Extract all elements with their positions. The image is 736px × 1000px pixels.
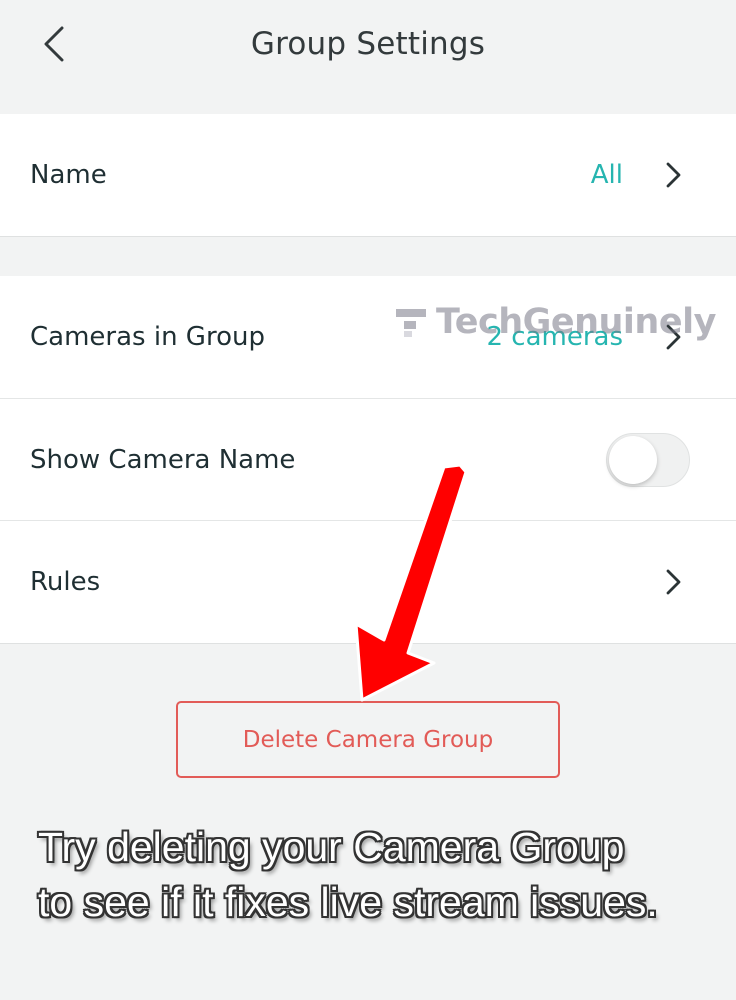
toggle-knob [609,435,657,484]
name-value: All [590,160,623,190]
cameras-in-group-label: Cameras in Group [30,322,265,352]
watermark: TechGenuinely [396,302,716,342]
show-camera-name-label: Show Camera Name [30,444,296,475]
instruction-caption: Try deleting your Camera Group to see if… [38,820,728,930]
caption-line-2: to see if it fixes live stream issues. [38,879,658,925]
watermark-text: TechGenuinely [436,302,716,342]
page-title: Group Settings [250,26,486,62]
header-bar: Group Settings [0,0,736,114]
show-camera-name-toggle[interactable] [606,432,690,487]
techgenuinely-logo-icon [396,309,426,337]
rules-label: Rules [30,567,101,597]
chevron-right-icon [666,569,681,595]
name-label: Name [30,160,107,190]
name-section: Name All [0,114,736,237]
delete-camera-group-button[interactable]: Delete Camera Group [176,701,560,778]
name-row[interactable]: Name All [0,114,736,237]
chevron-right-icon [666,162,681,188]
caption-line-1: Try deleting your Camera Group [38,824,625,870]
red-arrow-annotation [354,463,468,702]
